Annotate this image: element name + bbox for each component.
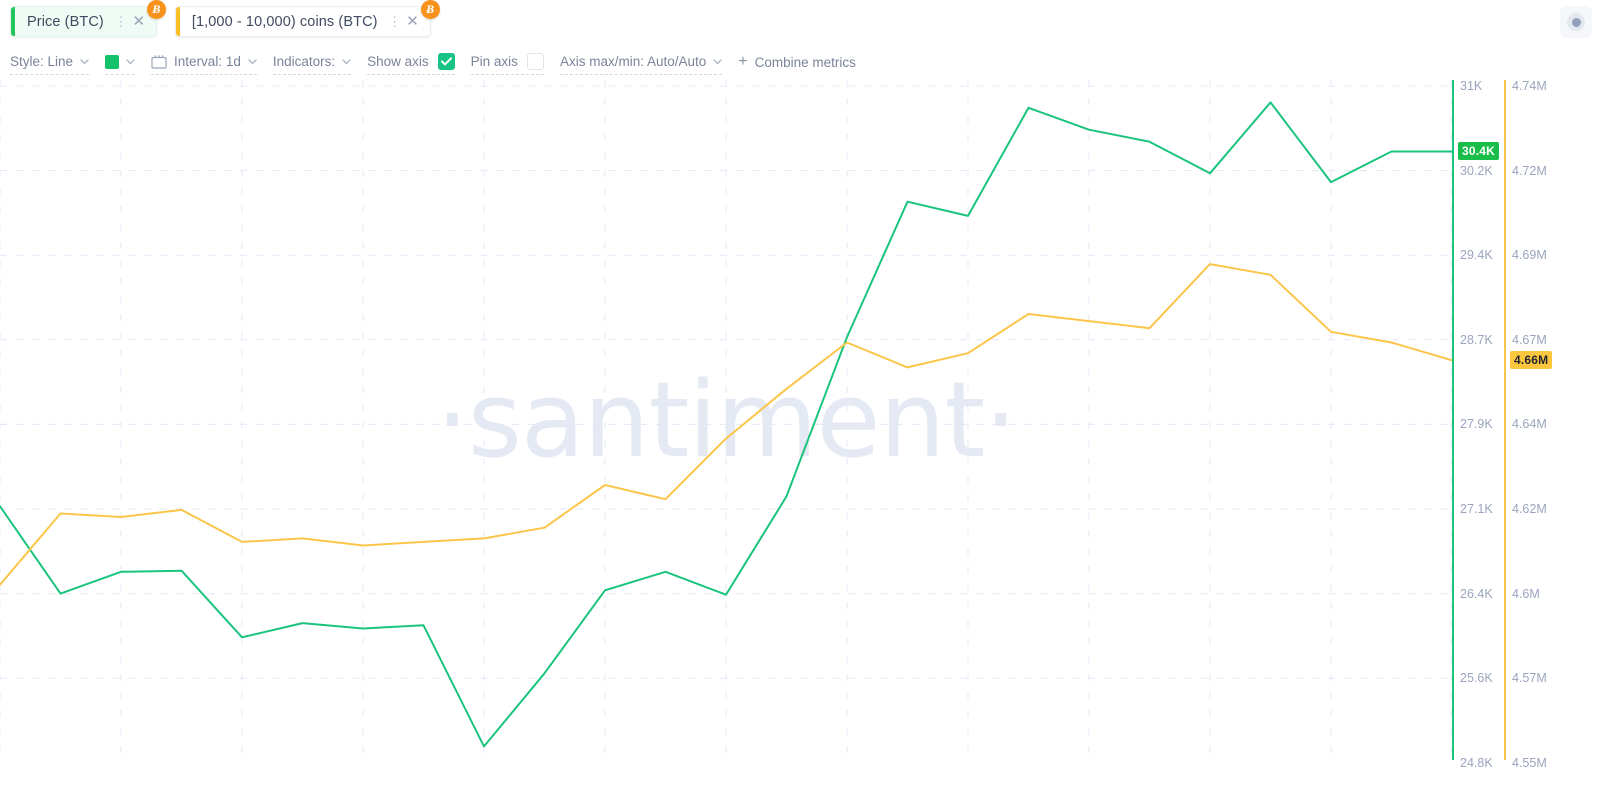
price-tick-label: 27.1K <box>1460 502 1493 516</box>
coins-tick-label: 4.6M <box>1512 587 1540 601</box>
price-current-badge: 30.4K <box>1458 142 1499 160</box>
chart-canvas[interactable]: ·santiment· 31K 30.2K 29.4K 28.7K 27.9K 27.1K… <box>0 80 1600 760</box>
show-axis-toggle[interactable]: Show axis <box>367 51 455 75</box>
interval-selector-label: Interval: 1d <box>174 54 241 69</box>
combine-metrics-button[interactable]: + Combine metrics <box>738 51 856 75</box>
coins-tick-label: 4.62M <box>1512 502 1547 516</box>
price-tick-label: 28.7K <box>1460 333 1493 347</box>
chart-app: Price (BTC) ⋮ ✕ Ƀ [1,000 - 10,000) coins… <box>0 0 1600 812</box>
chevron-down-icon <box>342 59 351 65</box>
price-tick-label: 25.6K <box>1460 671 1493 685</box>
indicators-selector[interactable]: Indicators: <box>273 51 351 75</box>
price-tick-label: 26.4K <box>1460 587 1493 601</box>
tab-close-icon[interactable]: ✕ <box>128 14 150 29</box>
color-selector[interactable] <box>105 51 135 75</box>
metric-tab-coins[interactable]: [1,000 - 10,000) coins (BTC) ⋮ ✕ Ƀ <box>175 6 431 37</box>
show-axis-label: Show axis <box>367 54 429 69</box>
interval-selector[interactable]: Interval: 1d <box>151 51 257 75</box>
coins-tick-label: 4.69M <box>1512 248 1547 262</box>
price-axis-line <box>1452 80 1454 760</box>
price-tick-label: 24.8K <box>1460 756 1493 770</box>
chart-series-lines <box>0 80 1452 760</box>
price-tick-label: 27.9K <box>1460 417 1493 431</box>
color-swatch-icon <box>105 55 119 69</box>
metric-tab-label: Price (BTC) <box>27 14 114 30</box>
interval-icon <box>151 55 167 69</box>
plus-icon: + <box>738 54 747 70</box>
chevron-down-icon <box>713 59 722 65</box>
style-selector[interactable]: Style: Line <box>10 51 89 75</box>
tab-accent-bar <box>176 7 180 36</box>
price-tick-label: 29.4K <box>1460 248 1493 262</box>
combine-metrics-label: Combine metrics <box>755 55 856 70</box>
coins-tick-label: 4.72M <box>1512 164 1547 178</box>
fullscreen-toggle-button[interactable] <box>1560 6 1592 38</box>
tab-menu-icon[interactable]: ⋮ <box>114 18 128 26</box>
coins-tick-label: 4.67M <box>1512 333 1547 347</box>
coins-tick-label: 4.55M <box>1512 756 1547 770</box>
chart-toolbar: Style: Line Interval: 1d <box>10 50 872 76</box>
show-axis-checkbox[interactable] <box>438 53 455 70</box>
chevron-down-icon <box>80 59 89 65</box>
coins-current-badge: 4.66M <box>1510 351 1552 369</box>
tab-menu-icon[interactable]: ⋮ <box>388 18 402 26</box>
metric-tab-label: [1,000 - 10,000) coins (BTC) <box>192 14 388 30</box>
pin-axis-label: Pin axis <box>471 54 518 69</box>
tab-accent-bar <box>11 7 15 36</box>
metric-tab-bar: Price (BTC) ⋮ ✕ Ƀ [1,000 - 10,000) coins… <box>0 0 1600 44</box>
pin-axis-toggle[interactable]: Pin axis <box>471 51 544 75</box>
bitcoin-icon: Ƀ <box>147 0 166 19</box>
coins-tick-label: 4.57M <box>1512 671 1547 685</box>
plot-region: ·santiment· <box>0 80 1452 760</box>
axis-minmax-selector[interactable]: Axis max/min: Auto/Auto <box>560 51 722 75</box>
coins-axis-line <box>1504 80 1506 760</box>
tab-close-icon[interactable]: ✕ <box>402 14 424 29</box>
coins-tick-label: 4.74M <box>1512 79 1547 93</box>
axis-minmax-label: Axis max/min: Auto/Auto <box>560 54 706 69</box>
chevron-down-icon <box>248 59 257 65</box>
price-tick-label: 31K <box>1460 79 1482 93</box>
indicators-selector-label: Indicators: <box>273 54 335 69</box>
pin-axis-checkbox[interactable] <box>527 53 544 70</box>
metric-tab-price[interactable]: Price (BTC) ⋮ ✕ Ƀ <box>10 6 157 37</box>
chevron-down-icon <box>126 59 135 65</box>
circle-icon <box>1567 13 1585 31</box>
price-tick-label: 30.2K <box>1460 164 1493 178</box>
bitcoin-icon: Ƀ <box>421 0 440 19</box>
coins-tick-label: 4.64M <box>1512 417 1547 431</box>
style-selector-label: Style: Line <box>10 54 73 69</box>
